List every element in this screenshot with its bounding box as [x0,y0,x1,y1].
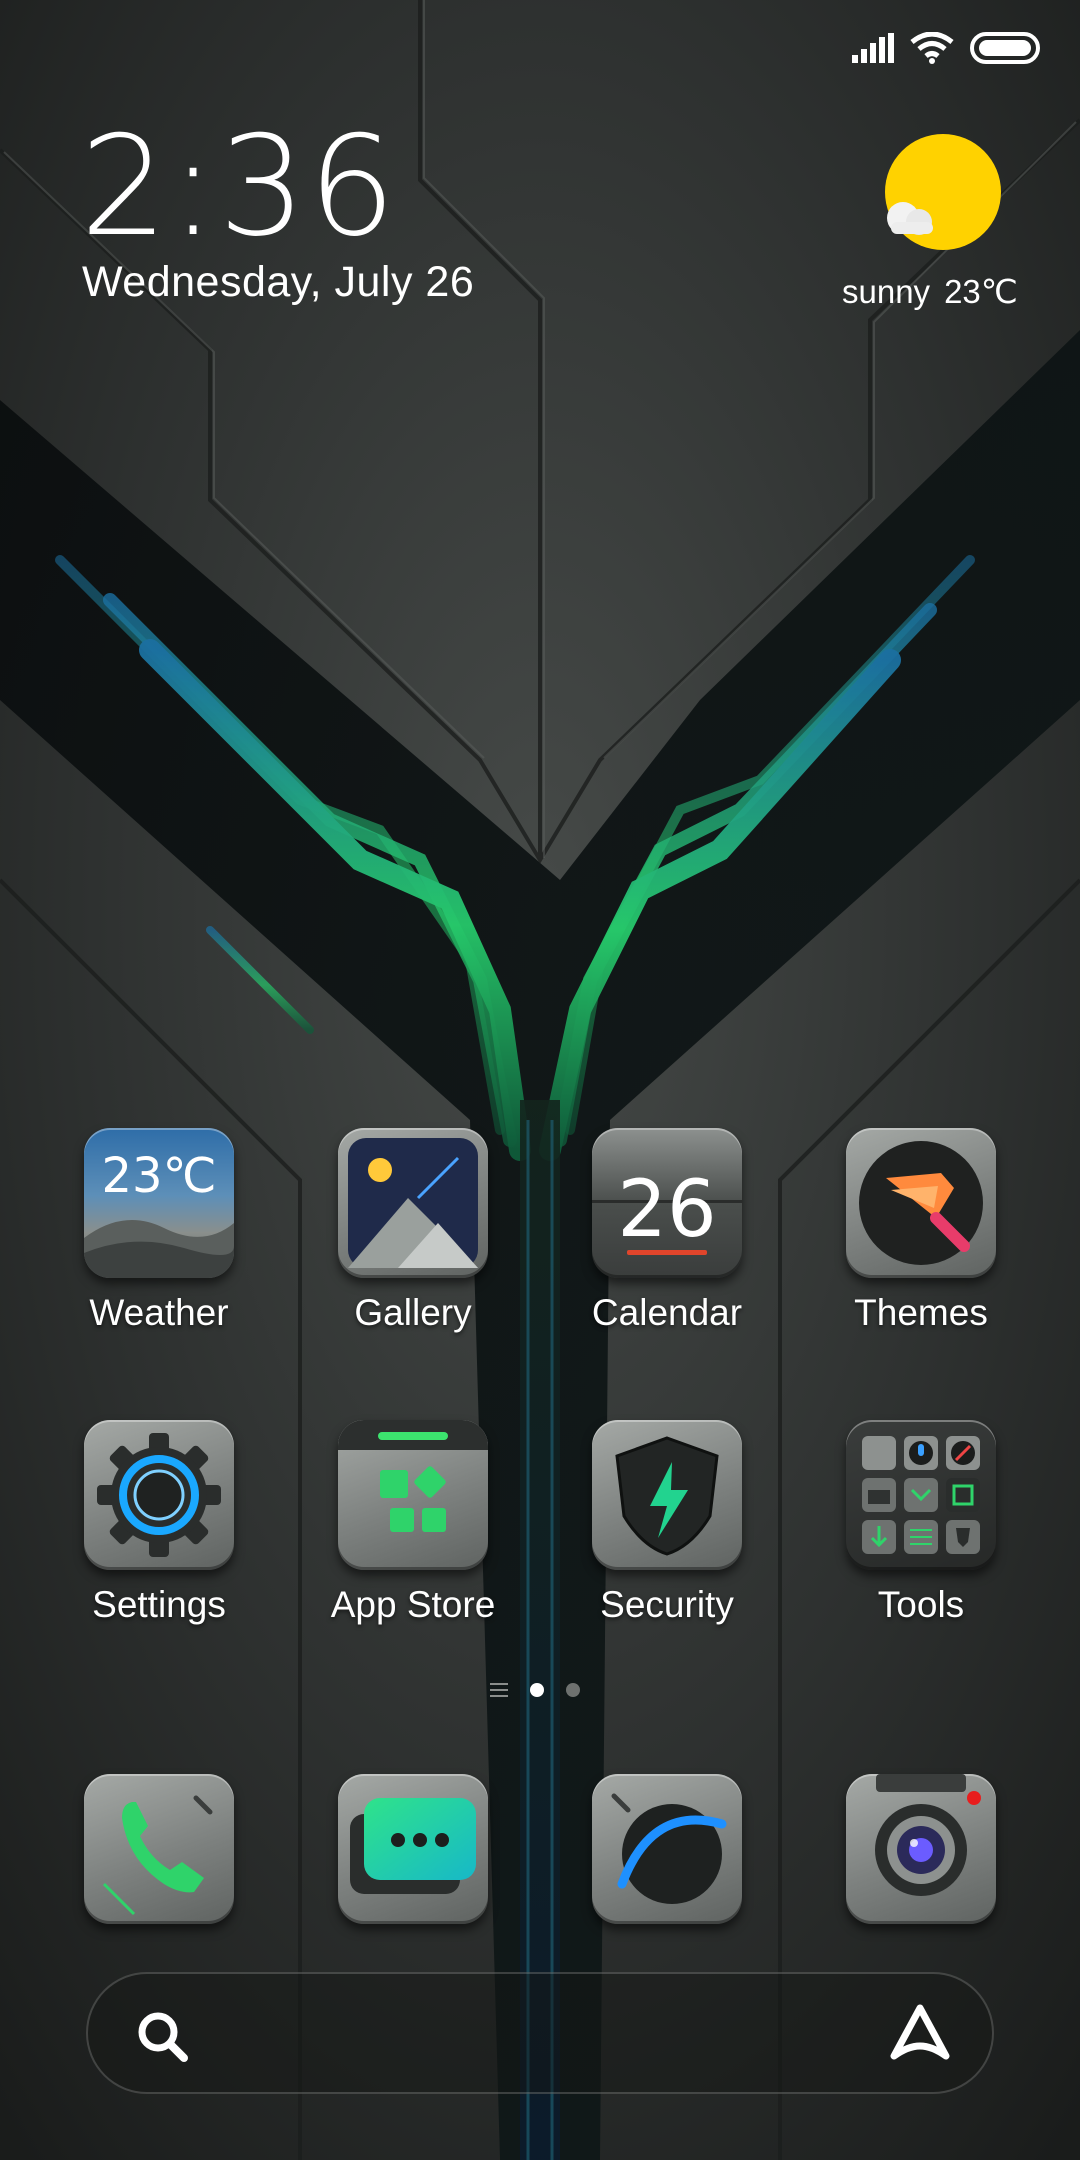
search-bar[interactable] [86,1972,994,2094]
app-security[interactable]: Security [577,1420,757,1626]
messages-icon [338,1774,488,1924]
app-themes[interactable]: Themes [831,1128,1011,1334]
sun-cloud-icon[interactable] [875,130,1005,260]
security-app-icon [592,1420,742,1570]
app-tools-folder[interactable]: Tools [831,1420,1011,1626]
dock-phone[interactable] [69,1774,249,1924]
app-store-app-icon [338,1420,488,1570]
weather-condition: sunny [842,273,931,310]
menu-icon[interactable] [490,1683,508,1697]
phone-icon [84,1774,234,1924]
clock-time[interactable]: 2:36 [80,118,398,256]
weather-temperature: 23℃ [944,273,1018,310]
weather-summary[interactable]: sunny 23℃ [842,272,1018,311]
app-label: App Store [330,1584,496,1625]
app-calendar[interactable]: 26 Calendar [577,1128,757,1334]
search-icon[interactable] [134,2008,190,2064]
browser-icon [592,1774,742,1924]
app-label: Security [600,1584,734,1625]
calendar-app-icon-text: 26 [617,1165,716,1255]
page-dot-1[interactable] [530,1683,544,1697]
weather-app-icon: 23℃ [84,1128,234,1278]
assistant-icon[interactable] [888,2002,952,2066]
dock-browser[interactable] [577,1774,757,1924]
app-label: Tools [877,1584,965,1625]
app-settings[interactable]: Settings [69,1420,249,1626]
camera-icon [846,1774,996,1924]
app-label: Settings [92,1584,226,1625]
dock-camera[interactable] [831,1774,1011,1924]
app-label: Weather [89,1292,229,1333]
app-label: Calendar [591,1292,743,1333]
themes-app-icon [846,1128,996,1278]
app-gallery[interactable]: Gallery [323,1128,503,1334]
dock-messages[interactable] [323,1774,503,1924]
app-weather[interactable]: 23℃ Weather [69,1128,249,1334]
wifi-icon [910,32,954,64]
cellular-signal-icon [852,33,894,63]
calendar-app-icon: 26 [592,1128,742,1278]
app-app-store[interactable]: App Store [323,1420,503,1626]
status-bar [852,28,1040,68]
gallery-app-icon [338,1128,488,1278]
settings-app-icon [84,1420,234,1570]
page-dot-2[interactable] [566,1683,580,1697]
app-label: Gallery [354,1292,472,1333]
battery-icon [970,32,1040,64]
weather-app-icon-text: 23℃ [102,1148,217,1204]
clock-date: Wednesday, July 26 [82,258,475,306]
tools-folder-icon [846,1420,996,1570]
page-indicator[interactable] [490,1683,580,1697]
app-label: Themes [854,1292,988,1333]
